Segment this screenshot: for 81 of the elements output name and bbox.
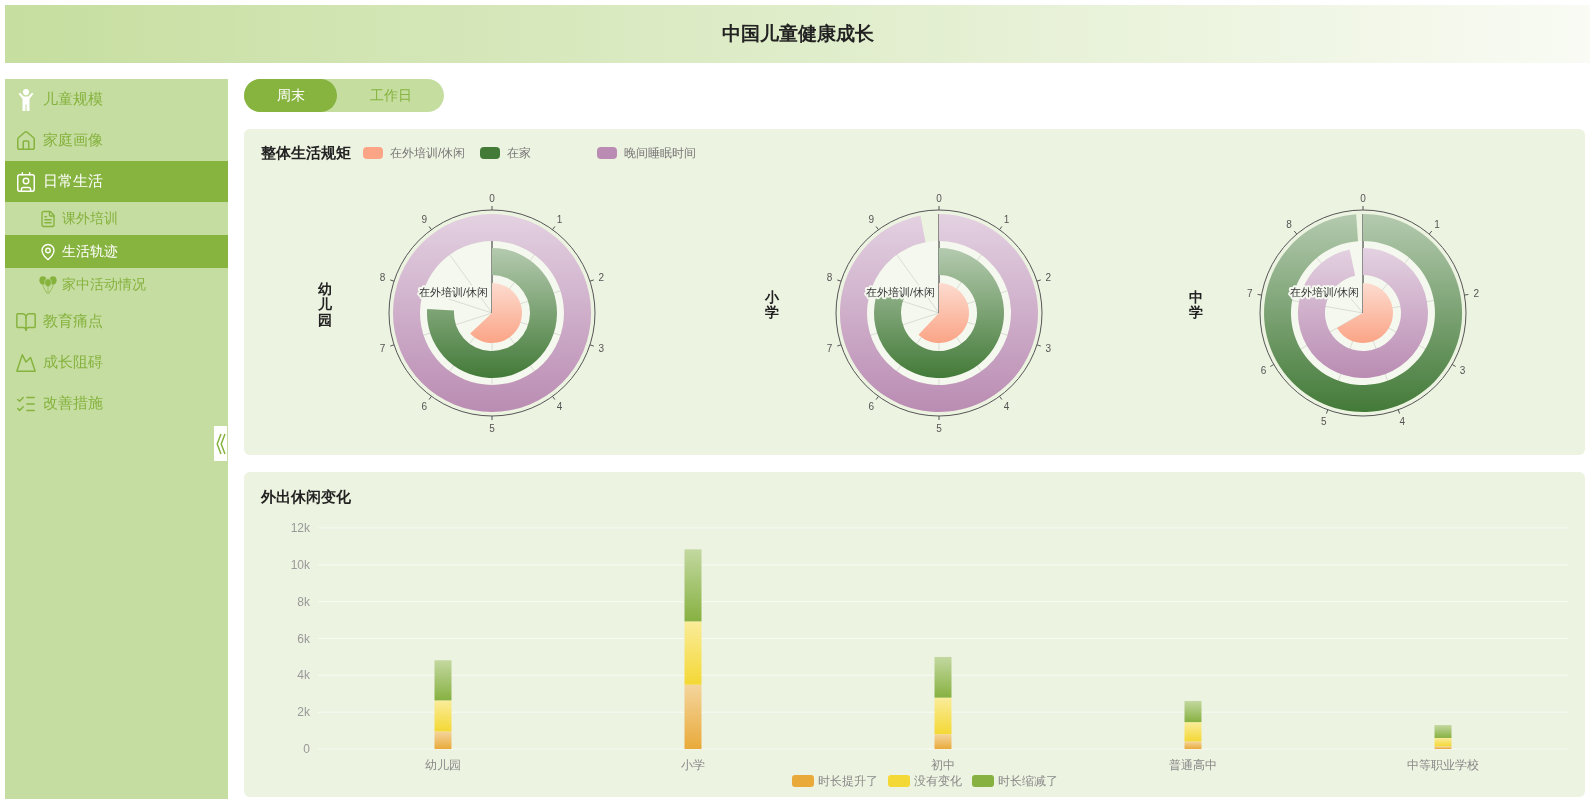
axis-tick-label: 4 <box>556 400 563 412</box>
page-title: 中国儿童健康成长 <box>721 21 874 46</box>
axis-tick-label: 0 <box>489 192 495 204</box>
sidebar-subitem[interactable]: 家中活动情况 <box>5 268 228 301</box>
tab[interactable]: 周末 <box>244 79 337 112</box>
axis-label: 在外培训/休闲 <box>866 286 935 298</box>
map-pin-icon <box>39 242 57 261</box>
open-book-icon <box>15 310 37 333</box>
axis-tick-label: 5 <box>489 422 495 434</box>
axis-tick-label: 5 <box>1320 415 1327 427</box>
sidebar-item[interactable]: 儿童规模 <box>5 79 228 120</box>
axis-tick-label: 4k <box>297 668 310 683</box>
axis-tick-label: 3 <box>598 343 605 355</box>
legend-label: 晚间睡眠时间 <box>624 145 696 162</box>
axis-tick-label: 2k <box>297 705 310 720</box>
card-title: 整体生活规矩 <box>261 143 351 163</box>
axis-tick-label: 7 <box>826 343 833 355</box>
axis-tick-label: 10k <box>290 557 310 572</box>
axis-tick-label: 5 <box>936 422 942 434</box>
axis-tick-label: 2 <box>1473 287 1480 299</box>
legend-label: 时长提升了 <box>817 773 878 790</box>
chevrons-left-icon <box>215 432 226 455</box>
axis-tick-label: 2 <box>598 271 605 283</box>
axis-tick-label: 0 <box>303 742 310 756</box>
legend-label: 没有变化 <box>913 773 962 790</box>
category-label: 普通高中 <box>1169 758 1217 772</box>
stacked-bar-segment <box>684 684 702 749</box>
axis-tick-label: 0 <box>936 192 942 204</box>
legend-label: 在家 <box>507 145 531 162</box>
sidebar-item[interactable]: 日常生活 <box>5 161 228 202</box>
document-icon <box>39 209 57 228</box>
stacked-bar-segment <box>1434 725 1452 738</box>
card-title: 外出休闲变化 <box>261 487 352 507</box>
axis-tick-label: 8 <box>379 271 386 283</box>
category-label: 小学 <box>681 758 705 772</box>
sidebar-item[interactable]: 改善措施 <box>5 383 228 424</box>
axis-label: 在外培训/休闲 <box>419 286 488 298</box>
person-card-icon <box>15 170 37 193</box>
category-label: 中等职业学校 <box>1407 758 1479 772</box>
axis-tick-label: 8k <box>297 594 310 609</box>
legend-label: 在外培训/休闲 <box>390 145 466 162</box>
stacked-bar-segment <box>934 656 952 698</box>
category-label: 初中 <box>931 758 955 772</box>
axis-tick-label: 3 <box>1045 343 1052 355</box>
axis-tick-label: 3 <box>1459 365 1466 376</box>
mountain-icon <box>15 351 37 374</box>
tab[interactable]: 工作日 <box>337 79 444 112</box>
axis-tick-label: 7 <box>379 343 386 355</box>
axis-tick-label: 2 <box>1045 271 1052 283</box>
axis-tick-label: 6 <box>1260 365 1267 376</box>
sidebar-item[interactable]: 教育痛点 <box>5 301 228 342</box>
axis-tick-label: 0 <box>1360 192 1366 204</box>
axis-tick-label: 6 <box>421 400 428 412</box>
axis-tick-label: 1 <box>1003 214 1010 226</box>
axis-tick-label: 6k <box>297 631 310 646</box>
stacked-bar-segment <box>1184 700 1202 723</box>
axis-tick-label: 1 <box>1434 219 1440 231</box>
axis-tick-label: 8 <box>826 271 833 283</box>
axis-tick-label: 6 <box>868 400 875 412</box>
axis-tick-label: 4 <box>1003 400 1010 412</box>
axis-tick-label: 1 <box>556 214 563 226</box>
house-icon <box>15 129 37 152</box>
sidebar-subitem[interactable]: 生活轨迹 <box>5 235 228 268</box>
balloons-icon <box>39 275 57 294</box>
chart-label: 幼儿园 <box>318 281 332 329</box>
axis-tick-label: 7 <box>1246 287 1253 299</box>
axis-tick-label: 9 <box>421 214 428 226</box>
sidebar-subitem[interactable]: 课外培训 <box>5 202 228 235</box>
stacked-bar-segment <box>434 660 452 701</box>
axis-tick-label: 8 <box>1286 219 1292 231</box>
collapse-button[interactable] <box>214 426 227 461</box>
sidebar-item[interactable]: 成长阻碍 <box>5 342 228 383</box>
chart-label: 中学 <box>1189 289 1203 321</box>
chart-label: 小学 <box>765 289 779 321</box>
category-label: 幼儿园 <box>425 758 461 772</box>
axis-tick-label: 4 <box>1399 415 1406 427</box>
stacked-bar-segment <box>684 621 702 685</box>
legend-label: 时长缩减了 <box>997 773 1058 790</box>
sidebar-item[interactable]: 家庭画像 <box>5 120 228 161</box>
axis-tick-label: 9 <box>868 214 875 226</box>
axis-tick-label: 12k <box>290 521 310 535</box>
